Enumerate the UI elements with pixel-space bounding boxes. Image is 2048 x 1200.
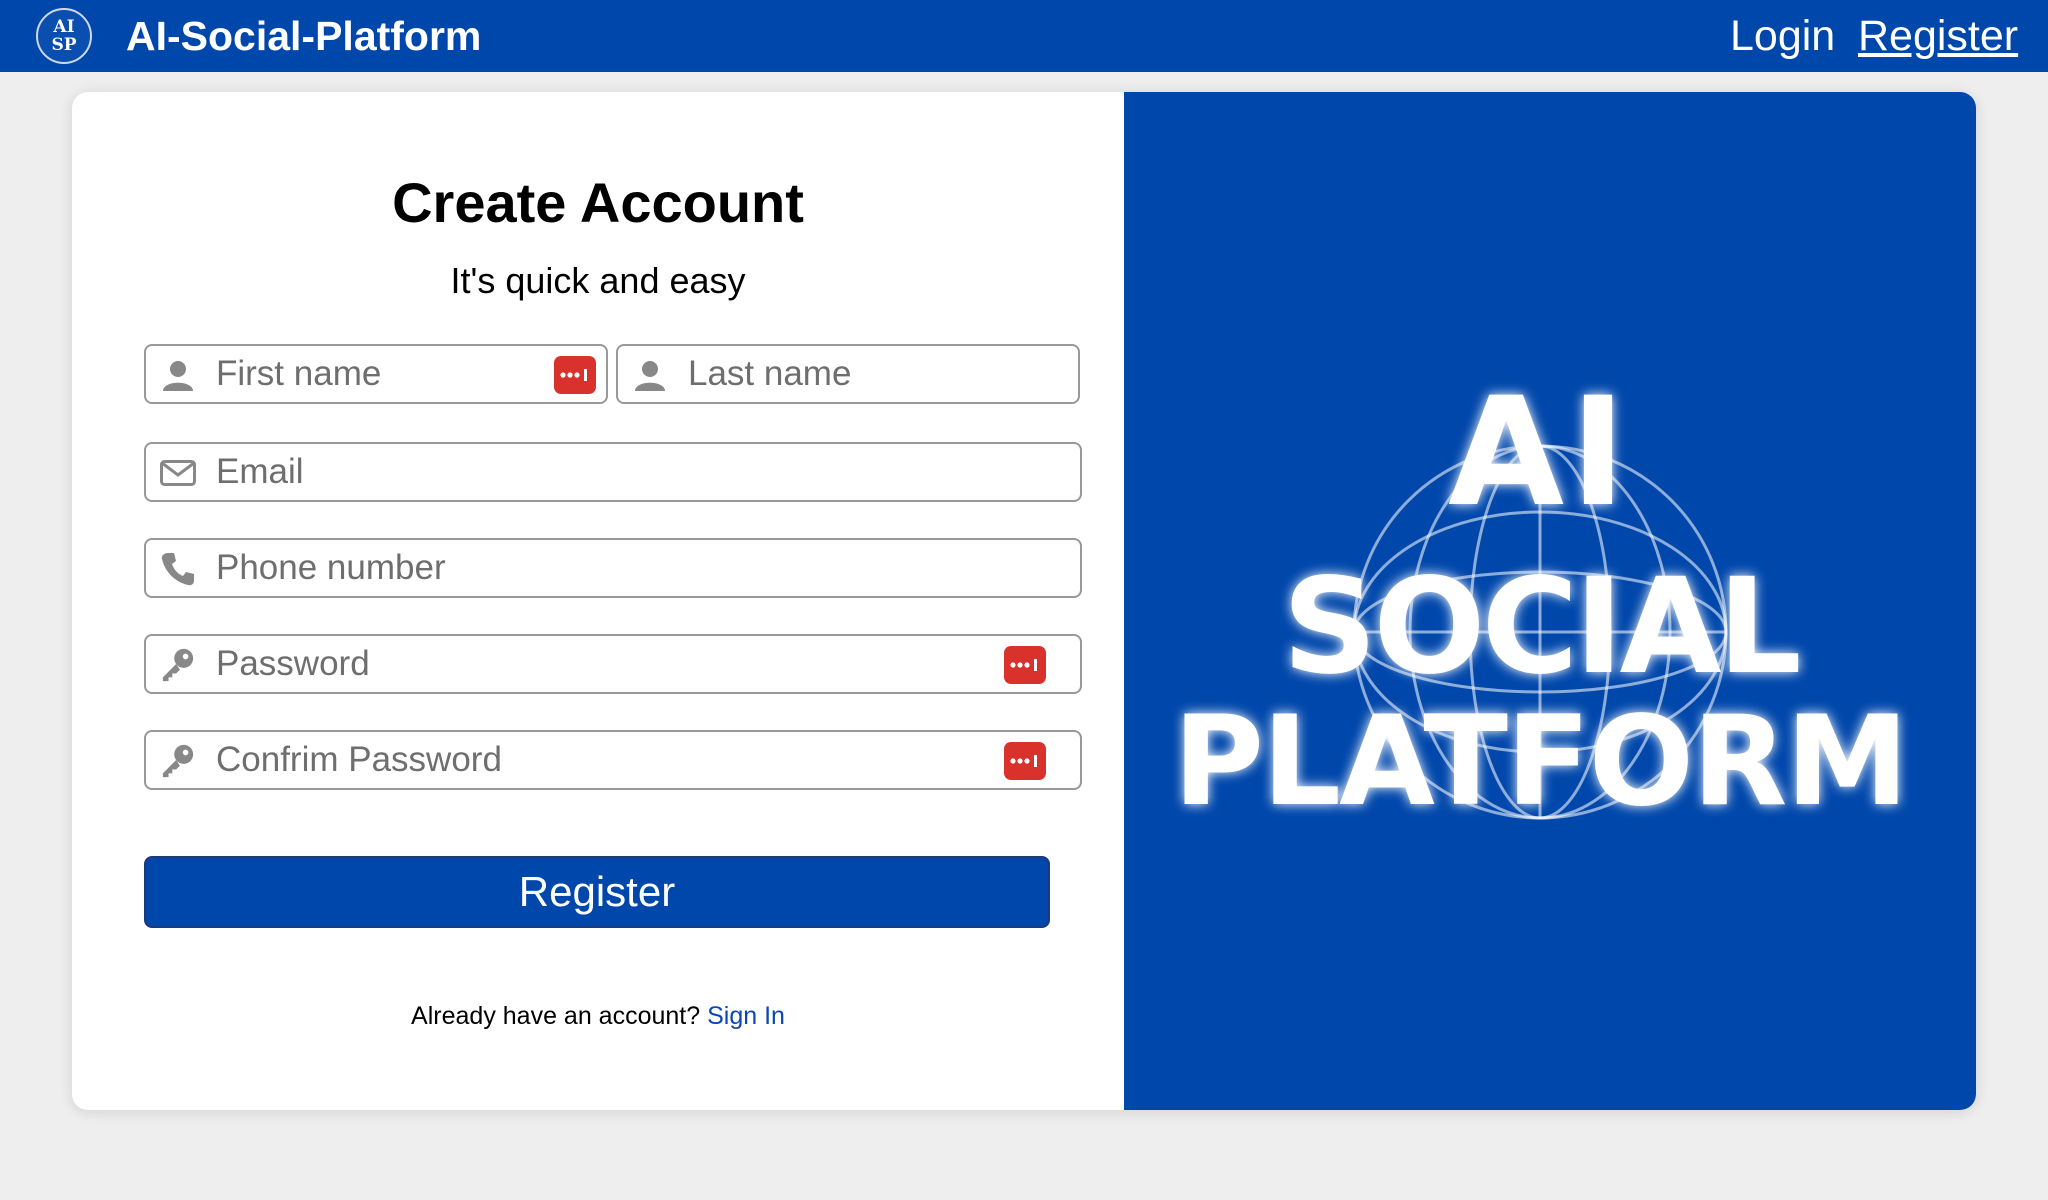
key-icon xyxy=(160,648,196,682)
password-manager-icon[interactable] xyxy=(1004,646,1046,684)
user-icon xyxy=(632,358,668,392)
sign-in-link[interactable]: Sign In xyxy=(707,1002,785,1030)
confirm-password-field[interactable] xyxy=(144,730,1082,790)
brand-title[interactable]: AI-Social-Platform xyxy=(126,10,481,62)
hero-logo-line-3: PLATFORM xyxy=(1173,690,1907,834)
email-field[interactable] xyxy=(144,442,1082,502)
user-icon xyxy=(160,358,196,392)
hero-panel: AI SOCIAL PLATFORM xyxy=(1124,92,1976,1110)
envelope-icon xyxy=(160,456,196,490)
logo-text-bottom: SP xyxy=(51,35,77,55)
last-name-input[interactable] xyxy=(688,352,1058,396)
hero-logo-line-2: SOCIAL xyxy=(1282,550,1798,704)
password-manager-icon[interactable] xyxy=(554,356,596,394)
password-field[interactable] xyxy=(144,634,1082,694)
first-name-field[interactable] xyxy=(144,344,608,404)
confirm-password-input[interactable] xyxy=(216,738,976,782)
register-card: Create Account It's quick and easy First… xyxy=(72,92,1976,1110)
phone-field[interactable] xyxy=(144,538,1082,598)
page-title: Create Account xyxy=(392,171,804,234)
app-logo[interactable]: AI SP xyxy=(36,8,92,64)
key-icon xyxy=(160,744,196,778)
nav-login-link[interactable]: Login xyxy=(1730,10,1835,62)
password-manager-icon[interactable] xyxy=(1004,742,1046,780)
have-account-text: Already have an account? xyxy=(411,1002,701,1030)
top-navbar: AI SP AI-Social-Platform Login Register xyxy=(0,0,2048,72)
register-form: Create Account It's quick and easy First… xyxy=(72,92,1124,1110)
nav-register-link[interactable]: Register xyxy=(1858,10,2018,62)
phone-input[interactable] xyxy=(216,546,1056,590)
first-name-input[interactable] xyxy=(216,352,536,396)
password-input[interactable] xyxy=(216,642,976,686)
logo-text-top: AI xyxy=(53,17,75,37)
last-name-field[interactable] xyxy=(616,344,1080,404)
sign-in-prompt: Already have an account? Sign In xyxy=(72,1002,1124,1031)
page-subtitle: It's quick and easy xyxy=(450,260,746,301)
hero-logo-line-1: AI xyxy=(1448,366,1632,540)
phone-icon xyxy=(160,552,196,586)
platform-logo-image: AI SOCIAL PLATFORM xyxy=(1173,366,1909,834)
register-button[interactable]: Register xyxy=(144,856,1050,928)
email-input[interactable] xyxy=(216,450,1056,494)
